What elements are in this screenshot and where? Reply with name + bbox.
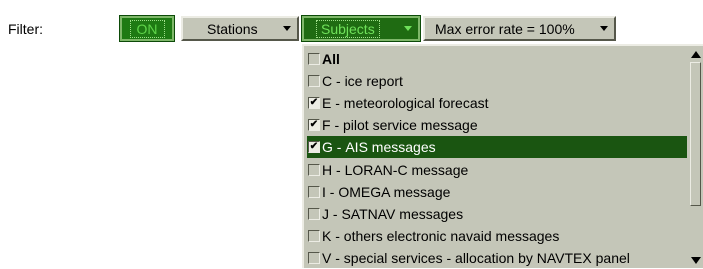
subject-label: others electronic navaid messages (343, 227, 560, 244)
subject-code: J - (322, 205, 342, 222)
subject-checkbox[interactable] (308, 75, 320, 88)
subject-code: I - (322, 183, 339, 200)
subject-item[interactable]: C - ice report (304, 70, 688, 92)
subject-label: pilot service message (343, 117, 478, 134)
subject-checkbox[interactable]: ✔ (308, 119, 320, 132)
subject-label: meteorological forecast (343, 95, 489, 112)
subject-item[interactable]: H - LORAN-C message (304, 159, 688, 181)
stations-label: Stations (207, 20, 258, 37)
scrollbar[interactable] (688, 46, 703, 268)
subject-code: F - (322, 117, 343, 134)
subject-checkbox[interactable] (308, 163, 320, 176)
subject-checkbox[interactable] (308, 229, 320, 242)
subject-label: OMEGA message (338, 183, 451, 200)
subjects-label: Subjects (316, 19, 380, 38)
arrow-down-icon (690, 257, 701, 264)
subject-item[interactable]: V - special services - allocation by NAV… (304, 247, 688, 269)
subject-label: LORAN-C message (344, 161, 469, 178)
subject-item[interactable]: ✔ G - AIS messages (307, 136, 687, 159)
subject-label: AIS messages (345, 139, 436, 156)
filter-on-label: ON (129, 19, 165, 38)
subject-label: SATNAV messages (341, 205, 464, 222)
subject-checkbox[interactable]: ✔ (308, 141, 320, 154)
subjects-dropdown-list: All C - ice report ✔ E - meteorological for… (302, 44, 703, 268)
scroll-up-button[interactable] (690, 50, 701, 60)
subject-code: K - (322, 227, 344, 244)
chevron-down-icon (283, 26, 291, 31)
subject-checkbox[interactable] (308, 185, 320, 198)
subject-item[interactable]: ✔ E - meteorological forecast (304, 92, 688, 114)
subject-code: G - (322, 139, 346, 156)
subject-code: E - (322, 95, 344, 112)
subject-checkbox[interactable]: ✔ (308, 97, 320, 110)
max-error-rate-dropdown[interactable]: Max error rate = 100% (423, 16, 616, 41)
subject-checkbox[interactable] (308, 207, 320, 220)
subject-item[interactable]: K - others electronic navaid messages (304, 225, 688, 247)
stations-dropdown[interactable]: Stations (181, 16, 299, 41)
subject-code: H - (322, 161, 345, 178)
subject-code: C - (322, 73, 345, 90)
subject-item[interactable]: J - SATNAV messages (304, 203, 688, 225)
max-error-rate-label: Max error rate = 100% (435, 20, 575, 37)
filter-on-toggle[interactable]: ON (119, 15, 175, 42)
subject-label: ice report (344, 73, 403, 90)
chevron-down-icon (404, 26, 412, 31)
check-icon: ✔ (309, 141, 319, 153)
subject-code: V - (322, 249, 344, 266)
arrow-up-icon (690, 51, 701, 58)
subject-label: All (322, 51, 340, 67)
check-icon: ✔ (309, 97, 319, 109)
subjects-dropdown[interactable]: Subjects (301, 15, 421, 42)
chevron-down-icon (600, 26, 608, 31)
scroll-thumb[interactable] (690, 62, 701, 206)
subject-item[interactable]: ✔ F - pilot service message (304, 114, 688, 136)
check-icon: ✔ (309, 119, 319, 131)
scroll-down-button[interactable] (690, 256, 701, 266)
subject-checkbox[interactable] (308, 53, 320, 65)
filter-toolbar: Filter: ON Stations Subjects Max error r… (0, 0, 703, 42)
subject-checkbox[interactable] (308, 251, 320, 264)
filter-label: Filter: (8, 21, 43, 37)
subject-item[interactable]: All (304, 48, 688, 70)
subject-item[interactable]: I - OMEGA message (304, 181, 688, 203)
subject-label: special services - allocation by NAVTEX … (343, 249, 630, 266)
